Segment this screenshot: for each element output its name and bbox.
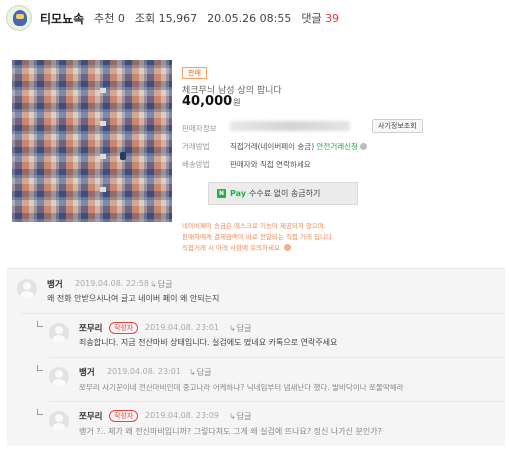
post-header: 티모뇨속 추천 0 조회 15,967 20.05.26 08:55 댓글 39 bbox=[0, 0, 509, 36]
commenter-avatar[interactable] bbox=[49, 367, 69, 387]
commenter-avatar[interactable] bbox=[49, 411, 69, 431]
comment-date: 2019.04.08. 23:01 bbox=[107, 367, 181, 376]
seller-info-blurred bbox=[230, 121, 350, 131]
comment-text: 왜 전화 안받으시나여 글고 네이버 페이 왜 안되는지 bbox=[47, 294, 220, 303]
post-datetime: 20.05.26 08:55 bbox=[207, 11, 292, 25]
trade-method-value: 직접거래(네이버페이 송금) 안전거래신청 bbox=[230, 141, 367, 152]
product-image[interactable] bbox=[12, 60, 172, 222]
notice-line-3: 직접거래 시 아래 사항에 유의하세요. bbox=[182, 242, 292, 252]
commenter-avatar[interactable] bbox=[49, 323, 69, 343]
product-price: 40,000원 bbox=[182, 94, 241, 109]
reply-button[interactable]: ↳답글 bbox=[189, 367, 211, 378]
author-avatar[interactable] bbox=[6, 5, 32, 31]
reply-label: 답글 bbox=[196, 368, 212, 377]
comment-divider bbox=[21, 313, 505, 314]
reply-arrow-icon: ↳ bbox=[229, 324, 236, 333]
comment-date: 2019.04.08. 22:58 bbox=[75, 279, 149, 288]
fraud-check-button[interactable]: 사기정보조회 bbox=[372, 119, 423, 133]
comments-number: 39 bbox=[325, 12, 340, 25]
reply-button[interactable]: ↳답글 bbox=[150, 279, 172, 290]
delivery-value: 판매자와 직접 연락하세요 bbox=[230, 160, 311, 169]
notice-line-3-text: 직접거래 시 아래 사항에 유의하세요. bbox=[182, 244, 283, 252]
reply-indent-icon bbox=[37, 365, 43, 371]
writer-badge: 작성자 bbox=[109, 322, 139, 334]
naver-pay-icon: N bbox=[217, 189, 227, 198]
author-name[interactable]: 티모뇨속 bbox=[40, 10, 84, 27]
comment-divider bbox=[49, 401, 505, 402]
comment-date: 2019.04.08. 23:01 bbox=[145, 323, 219, 332]
help-icon[interactable] bbox=[359, 143, 367, 150]
comment-divider bbox=[49, 357, 505, 358]
reply-indent-icon bbox=[37, 409, 43, 415]
comment-section: 뱅거 2019.04.08. 22:58 ↳답글 왜 전화 안받으시나여 글고 … bbox=[7, 268, 505, 446]
recommend-count: 추천 0 bbox=[94, 12, 125, 25]
trade-method-text: 직접거래(네이버페이 송금) bbox=[230, 142, 315, 151]
seller-info-label: 판매자정보 bbox=[182, 124, 217, 133]
comment-text: 뱅거 ?.. 제가 왜 전신마비입니까? 그렇다쳐도 그게 왜 실검에 뜨나요?… bbox=[79, 427, 382, 436]
trade-method-label: 거래방법 bbox=[182, 142, 210, 151]
reply-label: 답글 bbox=[236, 324, 252, 333]
comments-label: 댓글 bbox=[301, 12, 322, 25]
comment-text: 죄송합니다. 지금 전산마비 상태입니다. 실검에도 떴네요 카톡으로 연락주세… bbox=[79, 338, 338, 347]
sale-badge: 판매 bbox=[182, 67, 207, 79]
reply-label: 답글 bbox=[157, 280, 173, 289]
comment-author[interactable]: 쪼무리 bbox=[79, 410, 102, 422]
notice-line-1: 네이버페이 송금은 에스크로 기능이 제공되지 않으며, bbox=[182, 222, 326, 230]
comment-author[interactable]: 뱅거 bbox=[47, 278, 63, 290]
reply-arrow-icon: ↳ bbox=[189, 368, 196, 377]
comment-date: 2019.04.08. 23:09 bbox=[145, 411, 219, 420]
comment-author[interactable]: 쪼무리 bbox=[79, 322, 102, 334]
commenter-avatar[interactable] bbox=[17, 279, 37, 299]
pay-word: Pay bbox=[230, 189, 247, 198]
reply-indent-icon bbox=[37, 321, 43, 327]
price-value: 40,000 bbox=[182, 94, 233, 109]
product-card: 판매 체크무늬 남성 상의 팝니다 40,000원 판매자정보 사기정보조회 거… bbox=[12, 60, 502, 260]
notice-help-icon[interactable] bbox=[284, 244, 292, 251]
reply-button[interactable]: ↳답글 bbox=[229, 411, 251, 422]
reply-label: 답글 bbox=[236, 412, 252, 421]
shirt-buttons bbox=[100, 70, 106, 220]
pay-button-label: 수수료 없이 송금하기 bbox=[249, 189, 321, 198]
delivery-label: 배송방법 bbox=[182, 160, 210, 169]
reply-button[interactable]: ↳답글 bbox=[229, 323, 251, 334]
reply-arrow-icon: ↳ bbox=[229, 412, 236, 421]
writer-badge: 작성자 bbox=[109, 410, 139, 422]
comment-text: 쪼무리 사기꾼이네 전산마비인데 중고나라 어케하냐? 닉네임부터 냄새난다 했… bbox=[79, 383, 404, 392]
notice-line-2: 판매자에게 결제금액이 바로 전달되는 직접 거래 입니다. bbox=[182, 233, 335, 241]
reply-arrow-icon: ↳ bbox=[150, 280, 157, 289]
price-unit: 원 bbox=[233, 98, 241, 107]
shirt-logo bbox=[120, 152, 126, 160]
naver-pay-button[interactable]: N Pay 수수료 없이 송금하기 bbox=[208, 182, 358, 205]
safe-trade-link[interactable]: 안전거래신청 bbox=[317, 142, 358, 151]
plaid-overlay bbox=[12, 60, 172, 222]
comment-author[interactable]: 뱅거 bbox=[79, 366, 95, 378]
comment-count[interactable]: 댓글 39 bbox=[301, 10, 339, 26]
view-count: 조회 15,967 bbox=[134, 12, 198, 25]
